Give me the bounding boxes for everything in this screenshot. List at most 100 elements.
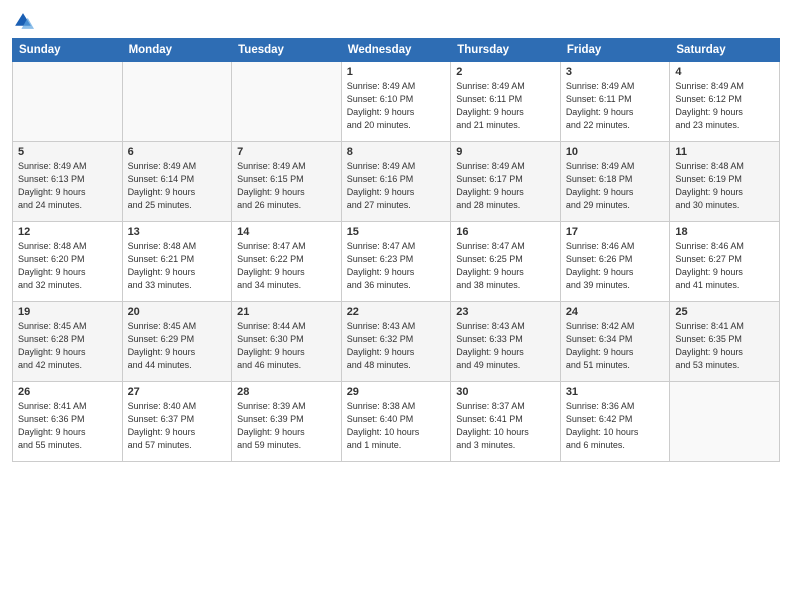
day-number: 17 [566,226,665,238]
day-info: Sunrise: 8:40 AM Sunset: 6:37 PM Dayligh… [128,400,227,452]
day-number: 12 [18,226,117,238]
calendar-cell: 17 Sunrise: 8:46 AM Sunset: 6:26 PM Dayli… [560,222,670,302]
page-container: SundayMondayTuesdayWednesdayThursdayFrid… [0,0,792,470]
day-info: Sunrise: 8:41 AM Sunset: 6:35 PM Dayligh… [675,320,774,372]
day-info: Sunrise: 8:41 AM Sunset: 6:36 PM Dayligh… [18,400,117,452]
calendar-cell [670,382,780,462]
calendar-week: 26 Sunrise: 8:41 AM Sunset: 6:36 PM Dayli… [13,382,780,462]
day-info: Sunrise: 8:48 AM Sunset: 6:21 PM Dayligh… [128,240,227,292]
day-number: 10 [566,146,665,158]
calendar-cell: 9 Sunrise: 8:49 AM Sunset: 6:17 PM Daylig… [451,142,561,222]
day-header: Wednesday [341,39,451,62]
day-number: 9 [456,146,555,158]
day-number: 31 [566,386,665,398]
day-number: 15 [347,226,446,238]
calendar-cell [122,62,232,142]
day-info: Sunrise: 8:49 AM Sunset: 6:11 PM Dayligh… [456,80,555,132]
calendar-cell: 30 Sunrise: 8:37 AM Sunset: 6:41 PM Dayli… [451,382,561,462]
calendar-cell: 14 Sunrise: 8:47 AM Sunset: 6:22 PM Dayli… [232,222,342,302]
day-info: Sunrise: 8:48 AM Sunset: 6:19 PM Dayligh… [675,160,774,212]
day-number: 27 [128,386,227,398]
day-info: Sunrise: 8:49 AM Sunset: 6:14 PM Dayligh… [128,160,227,212]
calendar-cell: 28 Sunrise: 8:39 AM Sunset: 6:39 PM Dayli… [232,382,342,462]
day-info: Sunrise: 8:36 AM Sunset: 6:42 PM Dayligh… [566,400,665,452]
calendar-cell [232,62,342,142]
day-number: 18 [675,226,774,238]
calendar-cell: 5 Sunrise: 8:49 AM Sunset: 6:13 PM Daylig… [13,142,123,222]
day-number: 25 [675,306,774,318]
day-info: Sunrise: 8:47 AM Sunset: 6:23 PM Dayligh… [347,240,446,292]
day-number: 28 [237,386,336,398]
day-info: Sunrise: 8:42 AM Sunset: 6:34 PM Dayligh… [566,320,665,372]
day-number: 14 [237,226,336,238]
day-number: 24 [566,306,665,318]
day-number: 1 [347,66,446,78]
logo [12,10,38,32]
day-info: Sunrise: 8:46 AM Sunset: 6:27 PM Dayligh… [675,240,774,292]
logo-icon [12,10,34,32]
calendar-week: 19 Sunrise: 8:45 AM Sunset: 6:28 PM Dayli… [13,302,780,382]
day-number: 21 [237,306,336,318]
day-info: Sunrise: 8:43 AM Sunset: 6:32 PM Dayligh… [347,320,446,372]
day-info: Sunrise: 8:43 AM Sunset: 6:33 PM Dayligh… [456,320,555,372]
calendar-cell: 16 Sunrise: 8:47 AM Sunset: 6:25 PM Dayli… [451,222,561,302]
day-number: 13 [128,226,227,238]
day-info: Sunrise: 8:49 AM Sunset: 6:10 PM Dayligh… [347,80,446,132]
day-info: Sunrise: 8:38 AM Sunset: 6:40 PM Dayligh… [347,400,446,452]
day-info: Sunrise: 8:47 AM Sunset: 6:22 PM Dayligh… [237,240,336,292]
day-header: Monday [122,39,232,62]
day-info: Sunrise: 8:37 AM Sunset: 6:41 PM Dayligh… [456,400,555,452]
day-info: Sunrise: 8:49 AM Sunset: 6:18 PM Dayligh… [566,160,665,212]
day-number: 22 [347,306,446,318]
calendar-table: SundayMondayTuesdayWednesdayThursdayFrid… [12,38,780,462]
day-info: Sunrise: 8:49 AM Sunset: 6:17 PM Dayligh… [456,160,555,212]
calendar-week: 12 Sunrise: 8:48 AM Sunset: 6:20 PM Dayli… [13,222,780,302]
day-info: Sunrise: 8:44 AM Sunset: 6:30 PM Dayligh… [237,320,336,372]
calendar-cell: 11Sunrise: 8:48 AM Sunset: 6:19 PM Dayli… [670,142,780,222]
day-header: Saturday [670,39,780,62]
day-number: 16 [456,226,555,238]
day-number: 26 [18,386,117,398]
calendar-cell: 4Sunrise: 8:49 AM Sunset: 6:12 PM Daylig… [670,62,780,142]
calendar-cell: 8 Sunrise: 8:49 AM Sunset: 6:16 PM Daylig… [341,142,451,222]
calendar-cell: 2Sunrise: 8:49 AM Sunset: 6:11 PM Daylig… [451,62,561,142]
day-number: 19 [18,306,117,318]
calendar-cell: 18 Sunrise: 8:46 AM Sunset: 6:27 PM Dayli… [670,222,780,302]
calendar-cell: 21 Sunrise: 8:44 AM Sunset: 6:30 PM Dayli… [232,302,342,382]
calendar-cell: 13 Sunrise: 8:48 AM Sunset: 6:21 PM Dayli… [122,222,232,302]
day-info: Sunrise: 8:45 AM Sunset: 6:29 PM Dayligh… [128,320,227,372]
day-header: Thursday [451,39,561,62]
calendar-cell: 7 Sunrise: 8:49 AM Sunset: 6:15 PM Daylig… [232,142,342,222]
calendar-cell: 29Sunrise: 8:38 AM Sunset: 6:40 PM Dayli… [341,382,451,462]
day-header: Sunday [13,39,123,62]
day-number: 7 [237,146,336,158]
day-number: 30 [456,386,555,398]
calendar-cell: 22 Sunrise: 8:43 AM Sunset: 6:32 PM Dayli… [341,302,451,382]
day-number: 20 [128,306,227,318]
calendar-week: 1 Sunrise: 8:49 AM Sunset: 6:10 PM Daylig… [13,62,780,142]
calendar-cell: 10 Sunrise: 8:49 AM Sunset: 6:18 PM Dayli… [560,142,670,222]
calendar-cell: 24 Sunrise: 8:42 AM Sunset: 6:34 PM Dayli… [560,302,670,382]
calendar-cell [13,62,123,142]
day-info: Sunrise: 8:39 AM Sunset: 6:39 PM Dayligh… [237,400,336,452]
day-info: Sunrise: 8:49 AM Sunset: 6:15 PM Dayligh… [237,160,336,212]
day-info: Sunrise: 8:49 AM Sunset: 6:11 PM Dayligh… [566,80,665,132]
calendar-cell: 3 Sunrise: 8:49 AM Sunset: 6:11 PM Daylig… [560,62,670,142]
day-number: 23 [456,306,555,318]
day-header: Tuesday [232,39,342,62]
calendar-cell: 31 Sunrise: 8:36 AM Sunset: 6:42 PM Dayli… [560,382,670,462]
day-info: Sunrise: 8:45 AM Sunset: 6:28 PM Dayligh… [18,320,117,372]
day-number: 8 [347,146,446,158]
day-info: Sunrise: 8:49 AM Sunset: 6:13 PM Dayligh… [18,160,117,212]
calendar-week: 5 Sunrise: 8:49 AM Sunset: 6:13 PM Daylig… [13,142,780,222]
calendar-cell: 26 Sunrise: 8:41 AM Sunset: 6:36 PM Dayli… [13,382,123,462]
day-number: 5 [18,146,117,158]
day-number: 3 [566,66,665,78]
day-info: Sunrise: 8:48 AM Sunset: 6:20 PM Dayligh… [18,240,117,292]
day-info: Sunrise: 8:49 AM Sunset: 6:16 PM Dayligh… [347,160,446,212]
calendar-cell: 12 Sunrise: 8:48 AM Sunset: 6:20 PM Dayli… [13,222,123,302]
day-info: Sunrise: 8:46 AM Sunset: 6:26 PM Dayligh… [566,240,665,292]
day-info: Sunrise: 8:47 AM Sunset: 6:25 PM Dayligh… [456,240,555,292]
calendar-cell: 20 Sunrise: 8:45 AM Sunset: 6:29 PM Dayli… [122,302,232,382]
calendar-cell: 6Sunrise: 8:49 AM Sunset: 6:14 PM Daylig… [122,142,232,222]
